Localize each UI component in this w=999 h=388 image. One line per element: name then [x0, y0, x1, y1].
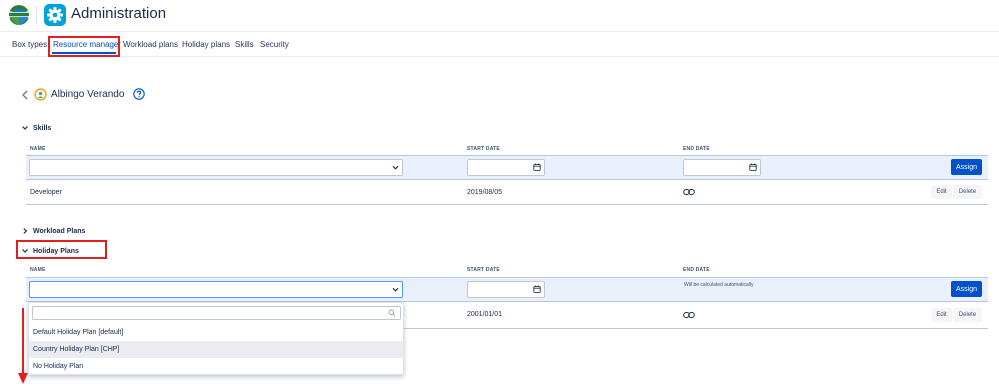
- delete-skill-button[interactable]: Delete: [953, 185, 982, 199]
- section-title-skills[interactable]: Skills: [33, 124, 51, 133]
- skills-table-rule: [26, 204, 988, 205]
- skill-name-select[interactable]: [29, 159, 403, 176]
- dropdown-option-default[interactable]: Default Holiday Plan [default]: [29, 324, 403, 341]
- back-chevron-icon[interactable]: [20, 89, 30, 101]
- end-date-auto-note: Will be calculated automatically: [684, 282, 754, 288]
- link-icon: [683, 188, 695, 196]
- app-logo-icon[interactable]: [8, 4, 30, 26]
- holiday-row-start-date: 2001/01/01: [467, 311, 503, 318]
- dropdown-search-input[interactable]: [32, 306, 401, 320]
- delete-holiday-button[interactable]: Delete: [953, 308, 982, 322]
- dropdown-option-country[interactable]: Country Holiday Plan [CHP]: [29, 341, 403, 358]
- dropdown-option-none[interactable]: No Holiday Plan: [29, 358, 403, 375]
- annotation-highlight-box: [16, 240, 107, 259]
- annotation-arrow-line: [22, 308, 24, 376]
- column-header-name: NAME: [30, 146, 46, 152]
- tab-holiday-plans[interactable]: Holiday plans: [182, 40, 230, 50]
- chevron-down-icon[interactable]: [21, 124, 29, 132]
- holiday-table-rule: [404, 328, 988, 329]
- column-header-start-date: START DATE: [467, 267, 500, 273]
- gear-icon: [44, 4, 66, 26]
- edit-skill-button[interactable]: Edit: [931, 185, 952, 199]
- skill-row-name: Developer: [30, 189, 62, 196]
- link-icon: [683, 311, 695, 319]
- tab-security[interactable]: Security: [260, 40, 289, 50]
- assign-skill-button[interactable]: Assign: [951, 159, 982, 175]
- chevron-right-icon[interactable]: [21, 227, 29, 235]
- column-header-end-date: END DATE: [683, 267, 710, 273]
- section-title-workload-plans[interactable]: Workload Plans: [33, 227, 85, 236]
- tab-workload-plans[interactable]: Workload plans: [123, 40, 178, 50]
- calendar-icon[interactable]: [749, 163, 757, 171]
- column-header-start-date: START DATE: [467, 146, 500, 152]
- column-header-end-date: END DATE: [683, 146, 710, 152]
- assign-holiday-button[interactable]: Assign: [951, 281, 982, 297]
- avatar: [34, 88, 47, 101]
- annotation-highlight-box: [48, 36, 120, 57]
- annotation-arrow-head: [18, 373, 28, 384]
- calendar-icon[interactable]: [533, 285, 541, 293]
- help-icon[interactable]: [133, 88, 145, 100]
- calendar-icon[interactable]: [533, 163, 541, 171]
- page-title: Administration: [71, 5, 167, 22]
- edit-holiday-button[interactable]: Edit: [931, 308, 952, 322]
- skill-row-start-date: 2019/08/05: [467, 189, 503, 196]
- chevron-down-icon[interactable]: [392, 286, 399, 293]
- header-rule: [0, 31, 999, 32]
- tab-skills[interactable]: Skills: [235, 40, 254, 50]
- column-header-name: NAME: [30, 267, 46, 273]
- person-name: Albingo Verando: [51, 89, 125, 100]
- search-icon: [388, 309, 396, 317]
- tab-box-types[interactable]: Box types: [12, 40, 47, 50]
- tabs-rule: [0, 56, 999, 57]
- chevron-down-icon[interactable]: [392, 164, 399, 171]
- holiday-plan-select[interactable]: [29, 281, 403, 298]
- header-divider: [36, 6, 37, 24]
